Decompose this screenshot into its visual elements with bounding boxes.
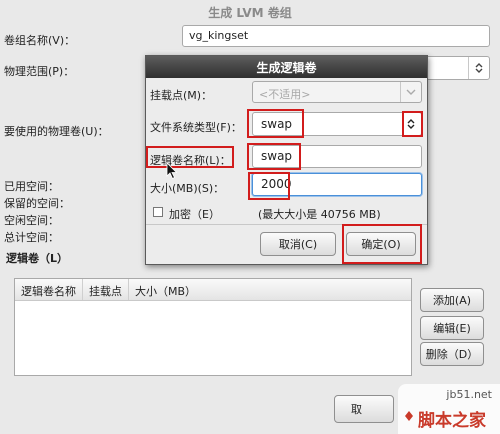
watermark-site: jb51.net [446, 388, 492, 401]
vg-name-input[interactable]: vg_kingset [182, 25, 490, 47]
lv-table-header-name[interactable]: 逻辑卷名称 [15, 279, 83, 300]
lv-name-input-highlight [247, 143, 301, 170]
vg-name-label: 卷组名称(V)： [4, 34, 76, 47]
fs-type-label: 文件系统类型(F)： [150, 121, 242, 134]
mount-point-placeholder: <不适用> [259, 88, 311, 101]
window-title: 生成 LVM 卷组 [208, 6, 292, 20]
mouse-cursor-icon [166, 162, 178, 180]
dialog-ok-highlight [342, 224, 422, 264]
edit-button[interactable]: 编辑(E) [420, 316, 484, 340]
lv-table-header: 逻辑卷名称 挂载点 大小（MB） [15, 279, 411, 301]
total-space-label: 总计空间： [4, 231, 59, 244]
delete-button[interactable]: 删除（D） [420, 342, 484, 366]
reserved-space-label: 保留的空间： [4, 197, 70, 210]
mount-point-arrow-icon [400, 82, 421, 102]
watermark-logo-icon [404, 410, 414, 422]
vg-name-value: vg_kingset [189, 29, 249, 42]
fs-type-arrow-highlight [402, 111, 423, 137]
dialog-title: 生成逻辑卷 [146, 56, 427, 78]
size-input-highlight [248, 172, 290, 200]
free-space-label: 空闲空间： [4, 214, 59, 227]
lv-section-label: 逻辑卷（L） [6, 252, 69, 265]
add-button[interactable]: 添加(A) [420, 288, 484, 312]
lv-table[interactable]: 逻辑卷名称 挂载点 大小（MB） [14, 278, 412, 376]
used-space-label: 已用空间： [4, 180, 59, 193]
lv-table-header-mount[interactable]: 挂载点 [83, 279, 129, 300]
mount-point-label: 挂载点(M)： [150, 89, 213, 102]
create-lv-dialog: 生成逻辑卷 挂载点(M)： <不适用> 文件系统类型(F)： swap 逻辑卷名… [145, 55, 428, 265]
lv-table-header-size[interactable]: 大小（MB） [129, 279, 202, 300]
max-size-text: (最大大小是 40756 MB) [258, 208, 381, 221]
encrypt-checkbox[interactable] [153, 207, 163, 217]
fs-type-highlight [247, 109, 304, 138]
bottom-cancel-button[interactable]: 取 [334, 395, 394, 423]
encrypt-label[interactable]: 加密（E） [169, 206, 220, 222]
dialog-cancel-button[interactable]: 取消(C) [260, 232, 336, 256]
mount-point-combo: <不适用> [252, 81, 422, 103]
watermark-brand: 脚本之家 [418, 411, 486, 431]
watermark: jb51.net 脚本之家 [398, 384, 500, 434]
pe-select-arrow-icon[interactable] [468, 57, 489, 79]
pv-label: 要使用的物理卷(U)： [4, 125, 109, 138]
pe-label: 物理范围(P)： [4, 65, 75, 78]
size-label: 大小(MB)(S)： [150, 182, 225, 195]
lv-name-label-highlight [146, 146, 234, 168]
